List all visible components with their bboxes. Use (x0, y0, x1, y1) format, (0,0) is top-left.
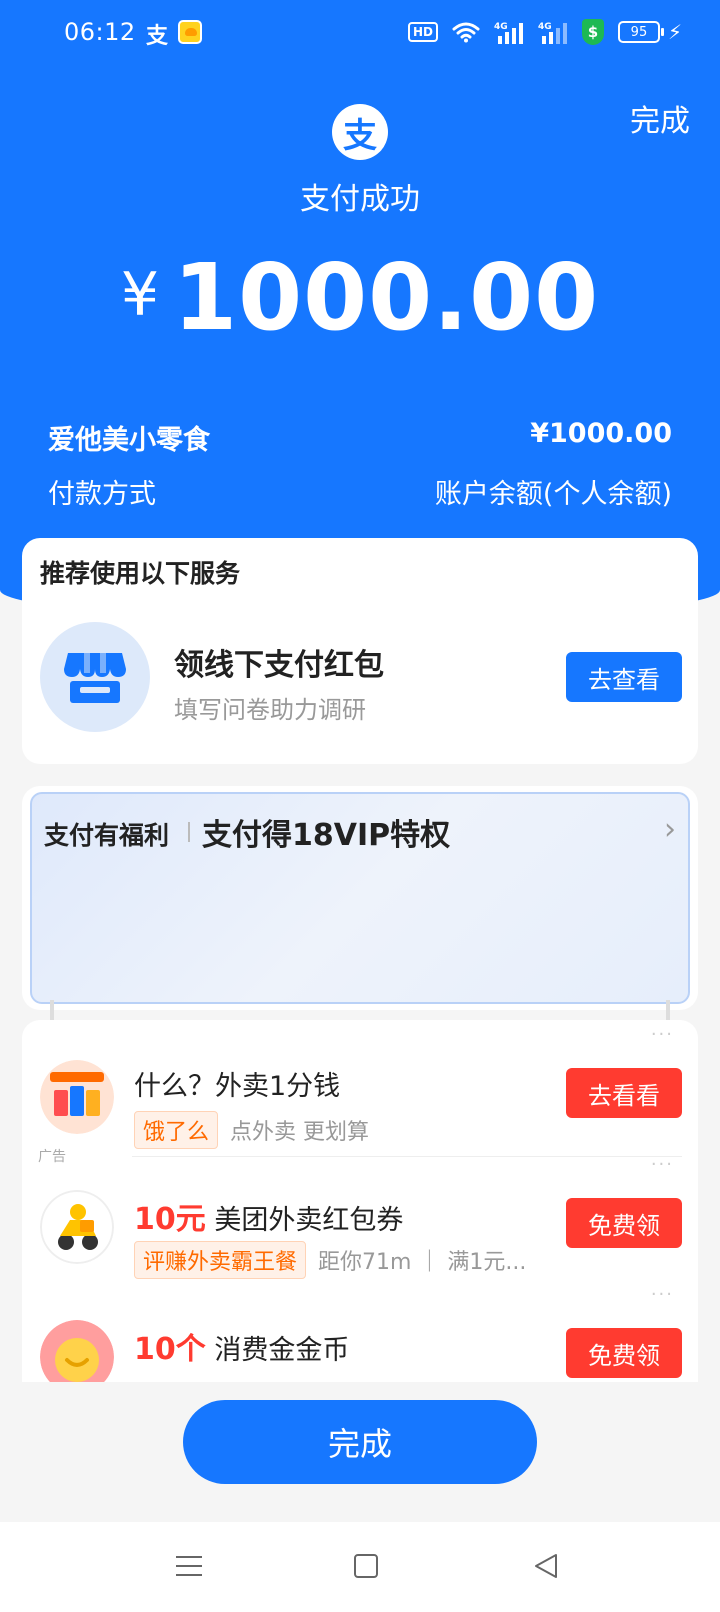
success-text: 支付成功 (300, 182, 420, 217)
ad-title: 10个 消费金金币 (134, 1332, 350, 1367)
store-icon (64, 653, 126, 703)
signal-label-2: 4G (538, 22, 552, 32)
duck-app-icon (178, 20, 202, 44)
charging-icon: ⚡ (667, 20, 682, 44)
bottom-action-area: 完成 (0, 1382, 720, 1522)
status-time: 06:12 (64, 18, 136, 46)
signal-icon: 4G (494, 22, 523, 44)
recommend-title: 推荐使用以下服务 (40, 559, 241, 588)
home-icon[interactable] (354, 1554, 378, 1578)
benefit-banner[interactable]: 支付有福利 支付得18VIP特权 › (30, 792, 690, 1004)
more-icon[interactable]: ··· (651, 1284, 674, 1305)
claim-button[interactable]: 免费领 (566, 1198, 682, 1248)
battery-icon: 95 (617, 21, 664, 43)
currency-symbol: ¥ (120, 260, 160, 330)
signal-label: 4G (494, 22, 508, 32)
ad-tag: 饿了么 (134, 1111, 219, 1149)
ad-title: 什么？外卖1分钱 (134, 1071, 341, 1102)
wifi-icon (452, 22, 480, 43)
recommend-sub: 填写问卷助力调研 (174, 696, 366, 724)
done-button[interactable]: 完成 (183, 1400, 537, 1484)
ad-title: 10元 美团外卖红包券 (134, 1202, 404, 1237)
chevron-right-icon: › (664, 812, 676, 847)
done-link[interactable]: 完成 (630, 96, 690, 140)
meituan-thumbnail (40, 1190, 114, 1264)
merchant-row: 爱他美小零食 ¥1000.00 (48, 418, 672, 457)
payment-method-value: 账户余额(个人余额) (434, 479, 672, 510)
benefit-label: 支付有福利 (44, 821, 170, 850)
merchant-name: 爱他美小零食 (48, 425, 210, 456)
payment-method-row: 付款方式 账户余额(个人余额) (48, 472, 672, 511)
payment-amount: ¥1000.00 (0, 244, 720, 351)
alipay-icon: 支 (146, 24, 169, 49)
benefit-card[interactable]: 支付有福利 支付得18VIP特权 › (22, 786, 698, 1010)
go-look-button[interactable]: 去看看 (566, 1068, 682, 1118)
list-item[interactable]: ··· 广告 什么？外卖1分钱 饿了么 点外卖 更划算 去看看 (22, 1020, 698, 1165)
hd-icon: HD (407, 22, 438, 42)
benefit-title: 支付得18VIP特权 (202, 818, 451, 853)
alipay-logo-icon: 支 (332, 104, 388, 160)
ad-subtitle: 评赚外卖霸王餐 距你71m ｜ 满1元... (134, 1241, 527, 1279)
signal-icon-2: 4G (538, 22, 567, 44)
ads-card: ··· 广告 什么？外卖1分钱 饿了么 点外卖 更划算 去看看 ··· 10元 … (22, 1020, 698, 1420)
status-icons: HD 4G 4G $ 95 ⚡ (407, 18, 682, 46)
status-bar: 06:12 支 HD 4G 4G $ 95 ⚡ (0, 0, 720, 64)
merchant-amount: ¥1000.00 (530, 418, 672, 449)
recommend-main: 领线下支付红包 (174, 648, 384, 683)
view-button[interactable]: 去查看 (566, 652, 682, 702)
store-icon-circle (40, 622, 150, 732)
ad-tag: 评赚外卖霸王餐 (134, 1241, 307, 1279)
payment-success-page: 06:12 支 HD 4G 4G $ 95 ⚡ 完成 支 支付成功 ¥ 1000… (0, 0, 720, 1612)
amount-value: 1000.00 (173, 244, 600, 351)
menu-icon[interactable] (176, 1554, 202, 1578)
ad-desc: 距你71m ｜ 满1元... (318, 1250, 527, 1275)
claim-button[interactable]: 免费领 (566, 1328, 682, 1378)
list-item[interactable]: ··· 10元 美团外卖红包券 评赚外卖霸王餐 距你71m ｜ 满1元... 免… (22, 1150, 698, 1280)
more-icon[interactable]: ··· (651, 1154, 674, 1175)
shield-icon: $ (581, 19, 604, 45)
more-icon[interactable]: ··· (651, 1024, 674, 1045)
ad-subtitle: 饿了么 点外卖 更划算 (134, 1111, 370, 1149)
back-icon[interactable] (532, 1552, 560, 1580)
eleme-thumbnail (40, 1060, 114, 1134)
recommend-card: 推荐使用以下服务 领线下支付红包 填写问卷助力调研 去查看 (22, 538, 698, 764)
system-navigation-bar (0, 1522, 720, 1612)
ad-desc: 点外卖 更划算 (230, 1120, 370, 1145)
benefit-separator (188, 822, 190, 842)
payment-method-label: 付款方式 (48, 479, 156, 510)
